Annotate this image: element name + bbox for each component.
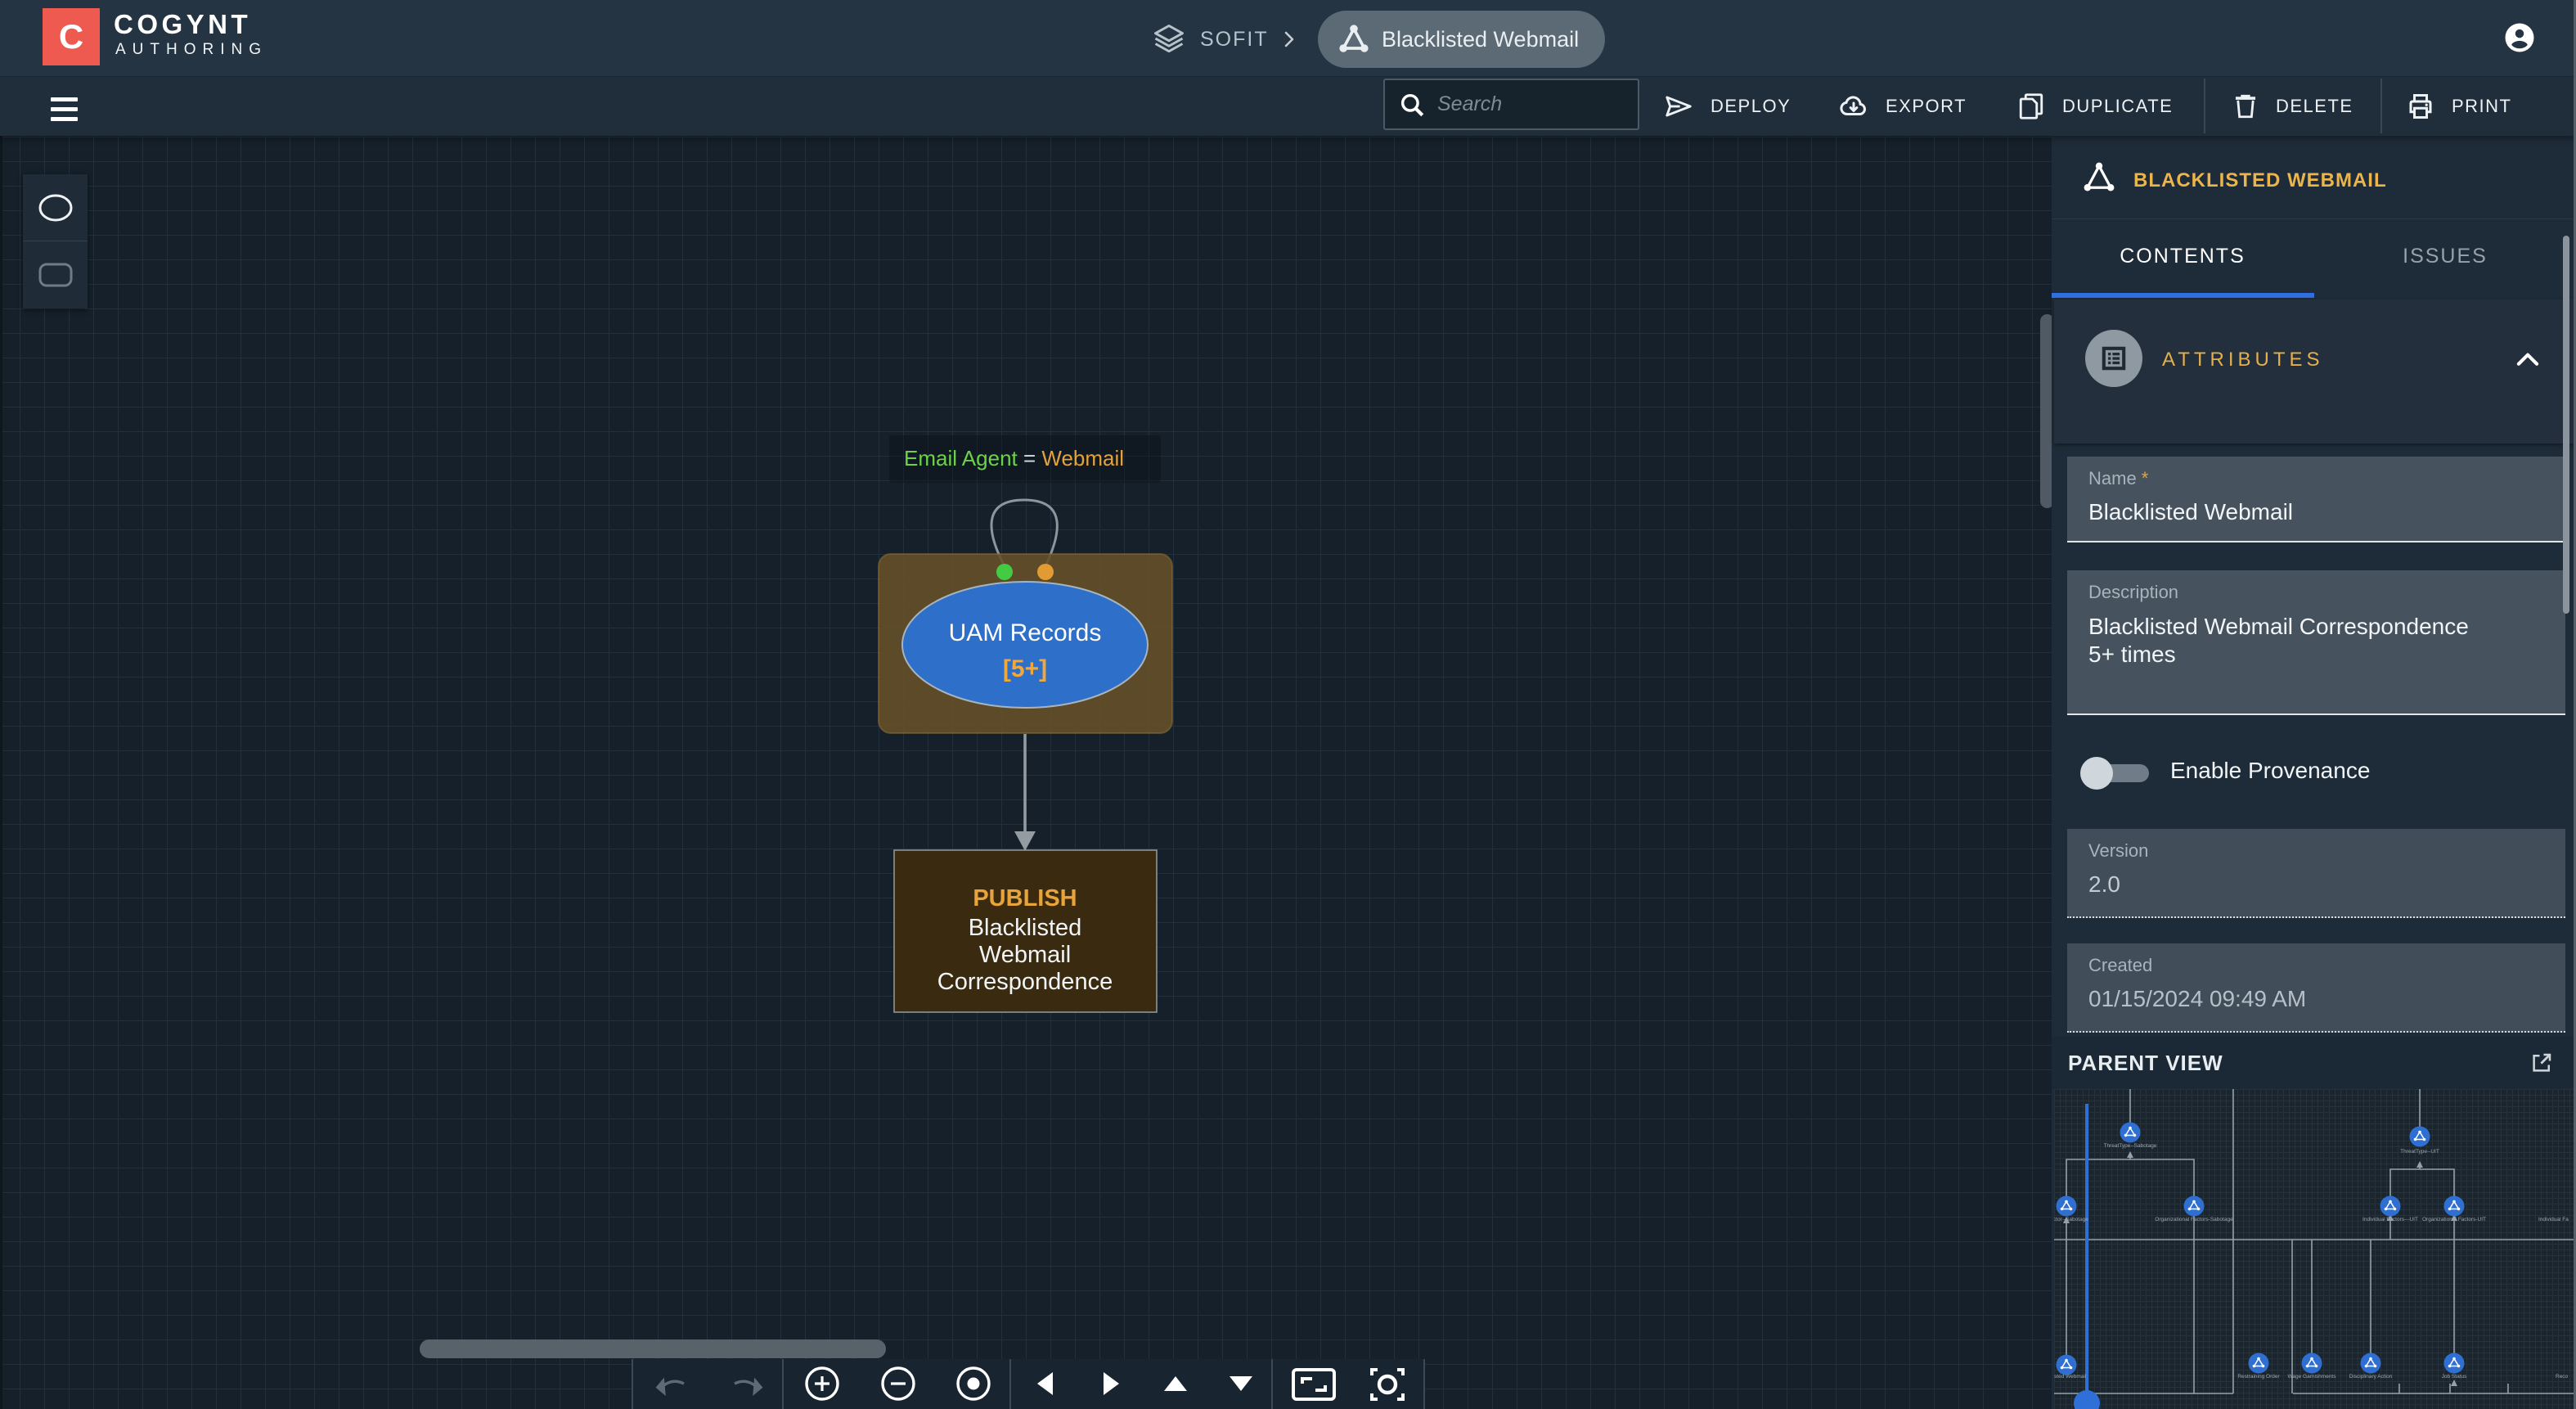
svg-text:Individual Factors---UIT: Individual Factors---UIT bbox=[2362, 1217, 2418, 1222]
svg-text:ThreatType--Sabotage: ThreatType--Sabotage bbox=[2103, 1143, 2156, 1149]
svg-text:Reco: Reco bbox=[2556, 1374, 2569, 1380]
svg-text:l Factor--Sabotage: l Factor--Sabotage bbox=[2054, 1217, 2088, 1222]
svg-text:Wage Garnishments: Wage Garnishments bbox=[2287, 1374, 2336, 1380]
svg-text:cklisted Webmail: cklisted Webmail bbox=[2054, 1374, 2087, 1380]
svg-text:Email Agent = Webmail: Email Agent = Webmail bbox=[904, 446, 1124, 470]
svg-text:ThreatType--UIT: ThreatType--UIT bbox=[2400, 1149, 2439, 1155]
svg-text:Organizational Factors-Sabotag: Organizational Factors-Sabotage bbox=[2155, 1217, 2233, 1222]
svg-text:Organizational Factors-UIT: Organizational Factors-UIT bbox=[2422, 1217, 2486, 1222]
svg-text:Individual Fa: Individual Fa bbox=[2538, 1217, 2569, 1222]
svg-text:UAM Records: UAM Records bbox=[949, 619, 1102, 646]
svg-text:Job Status: Job Status bbox=[2442, 1374, 2467, 1380]
svg-text:Webmail: Webmail bbox=[979, 942, 1071, 968]
svg-text:[5+]: [5+] bbox=[1003, 655, 1047, 682]
svg-text:PUBLISH: PUBLISH bbox=[973, 885, 1077, 912]
svg-text:Disciplinary Action: Disciplinary Action bbox=[2349, 1374, 2393, 1380]
svg-text:Restraining Order: Restraining Order bbox=[2237, 1374, 2280, 1380]
svg-text:Blacklisted: Blacklisted bbox=[969, 915, 1082, 941]
svg-text:Correspondence: Correspondence bbox=[937, 969, 1113, 995]
